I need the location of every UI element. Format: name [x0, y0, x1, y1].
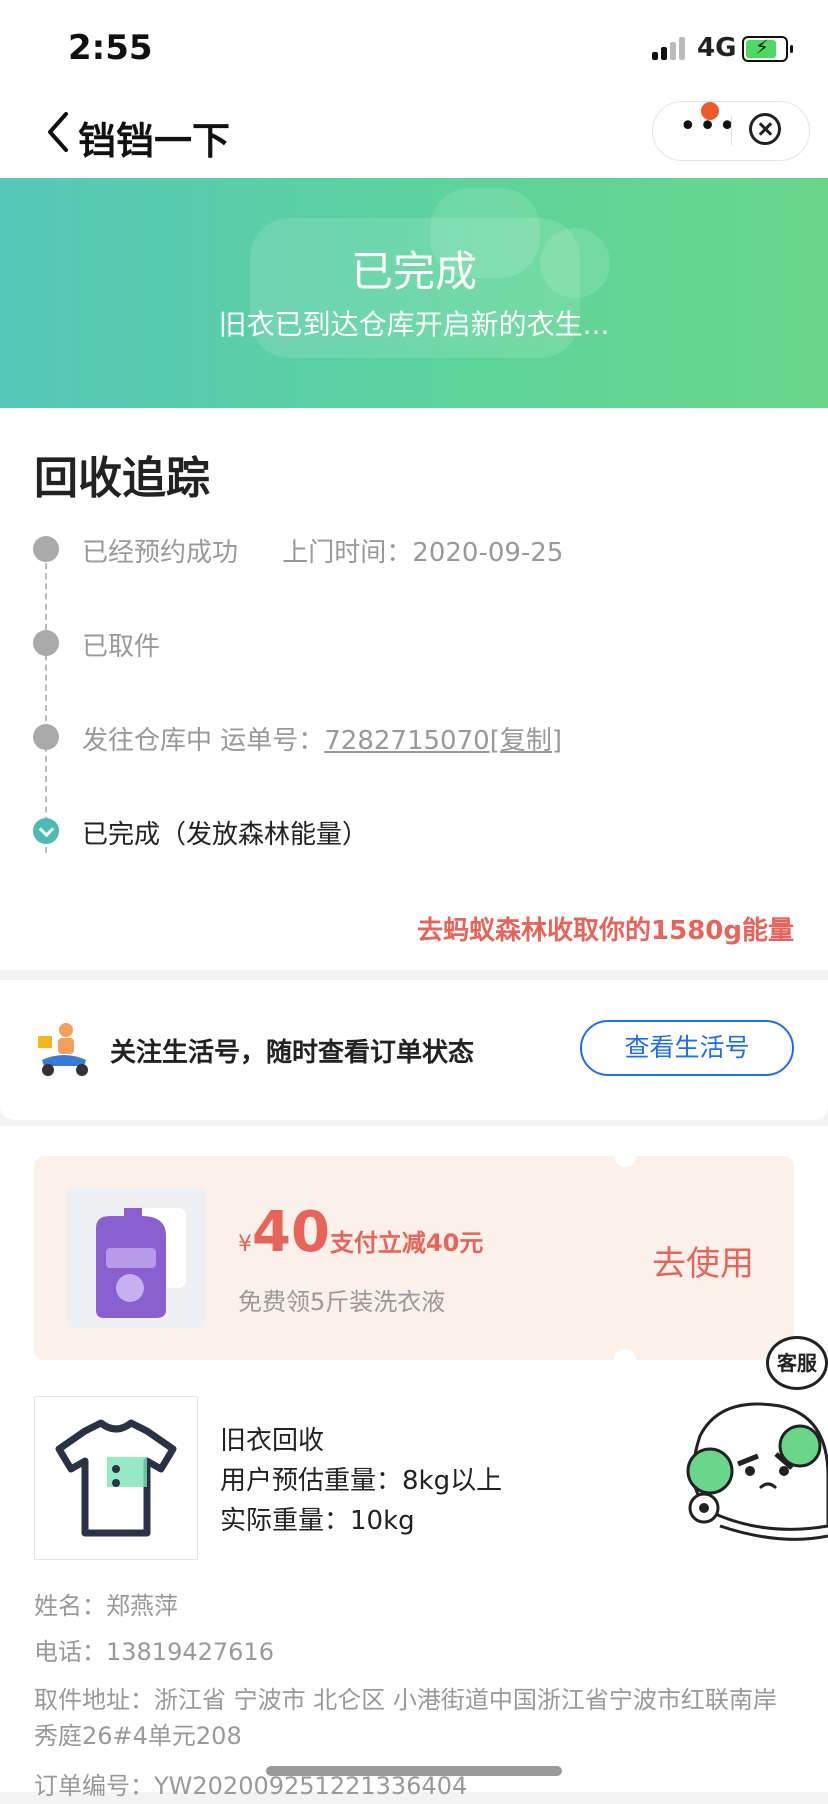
status-time: 2:55 — [68, 28, 153, 68]
tracking-title: 回收追踪 — [34, 453, 210, 504]
tracking-card: 回收追踪 已经预约成功 上门时间：2020-09-25 已取件 发往仓库中 运单… — [0, 408, 828, 970]
step-shipping: 发往仓库中 运单号：7282715070[复制] — [82, 720, 562, 757]
estimated-weight: 用户预估重量：8kg以上 — [220, 1466, 503, 1496]
coupon-desc: 支付立减40元 — [329, 1229, 484, 1257]
notification-dot — [701, 102, 719, 120]
coupon-price: ¥40支付立减40元 — [238, 1200, 483, 1265]
step-booked: 已经预约成功 上门时间：2020-09-25 — [82, 532, 563, 569]
detergent-image — [66, 1188, 206, 1328]
nav-bar: 铛铛一下 ••• — [0, 90, 828, 178]
close-icon[interactable] — [749, 113, 781, 145]
signal-icon — [652, 36, 690, 60]
mascot-icon — [686, 1402, 828, 1541]
customer-service-widget[interactable]: 客服 — [680, 1336, 828, 1586]
follow-card: 关注生活号，随时查看订单状态 查看生活号 — [0, 980, 828, 1120]
pickup-address: 取件地址：浙江省 宁波市 北仑区 小港街道中国浙江省宁波市红联南岸秀庭26#4单… — [34, 1686, 777, 1750]
step-picked: 已取件 — [82, 632, 161, 662]
step-dot — [33, 630, 59, 656]
copy-link[interactable]: [复制] — [490, 726, 562, 756]
customer-name: 姓名：郑燕萍 — [34, 1592, 178, 1620]
step-label: 发往仓库中 运单号： — [82, 726, 325, 756]
page-title: 铛铛一下 — [78, 119, 231, 163]
banner-title: 已完成 — [350, 247, 477, 296]
tshirt-icon — [34, 1396, 198, 1560]
network-label: 4G — [697, 33, 737, 63]
step-label: 已经预约成功 — [82, 538, 239, 568]
pickup-time: 上门时间：2020-09-25 — [282, 538, 564, 568]
currency-symbol: ¥ — [238, 1232, 252, 1257]
timeline-line — [45, 553, 47, 853]
mini-program-capsule: ••• — [652, 101, 810, 161]
coupon-card[interactable]: ¥40支付立减40元 免费领5斤装洗衣液 去使用 — [34, 1145, 794, 1371]
step-dot — [33, 724, 59, 750]
energy-link[interactable]: 去蚂蚁森林收取你的1580g能量 — [417, 910, 794, 947]
home-indicator — [266, 1766, 562, 1776]
status-bar: 2:55 4G ⚡ — [0, 0, 828, 90]
waybill-number[interactable]: 7282715070 — [324, 726, 489, 756]
status-banner: 已完成 旧衣已到达仓库开启新的衣生... — [0, 178, 828, 408]
coupon-amount: 40 — [252, 1200, 330, 1265]
use-coupon-button[interactable]: 去使用 — [652, 1236, 754, 1285]
coupon-subtitle: 免费领5斤装洗衣液 — [238, 1288, 446, 1316]
customer-phone: 电话：13819427616 — [34, 1638, 274, 1666]
step-completed: 已完成（发放森林能量） — [82, 820, 369, 850]
product-name: 旧衣回收 — [220, 1426, 325, 1456]
battery-icon: ⚡ — [742, 35, 793, 62]
follow-text: 关注生活号，随时查看订单状态 — [110, 1038, 475, 1068]
delivery-rider-icon — [38, 1023, 88, 1076]
step-dot — [33, 536, 59, 562]
actual-weight: 实际重量：10kg — [220, 1506, 415, 1536]
banner-subtitle: 旧衣已到达仓库开启新的衣生... — [218, 308, 610, 341]
view-life-account-button[interactable]: 查看生活号 — [580, 1020, 794, 1076]
check-icon — [33, 818, 59, 844]
